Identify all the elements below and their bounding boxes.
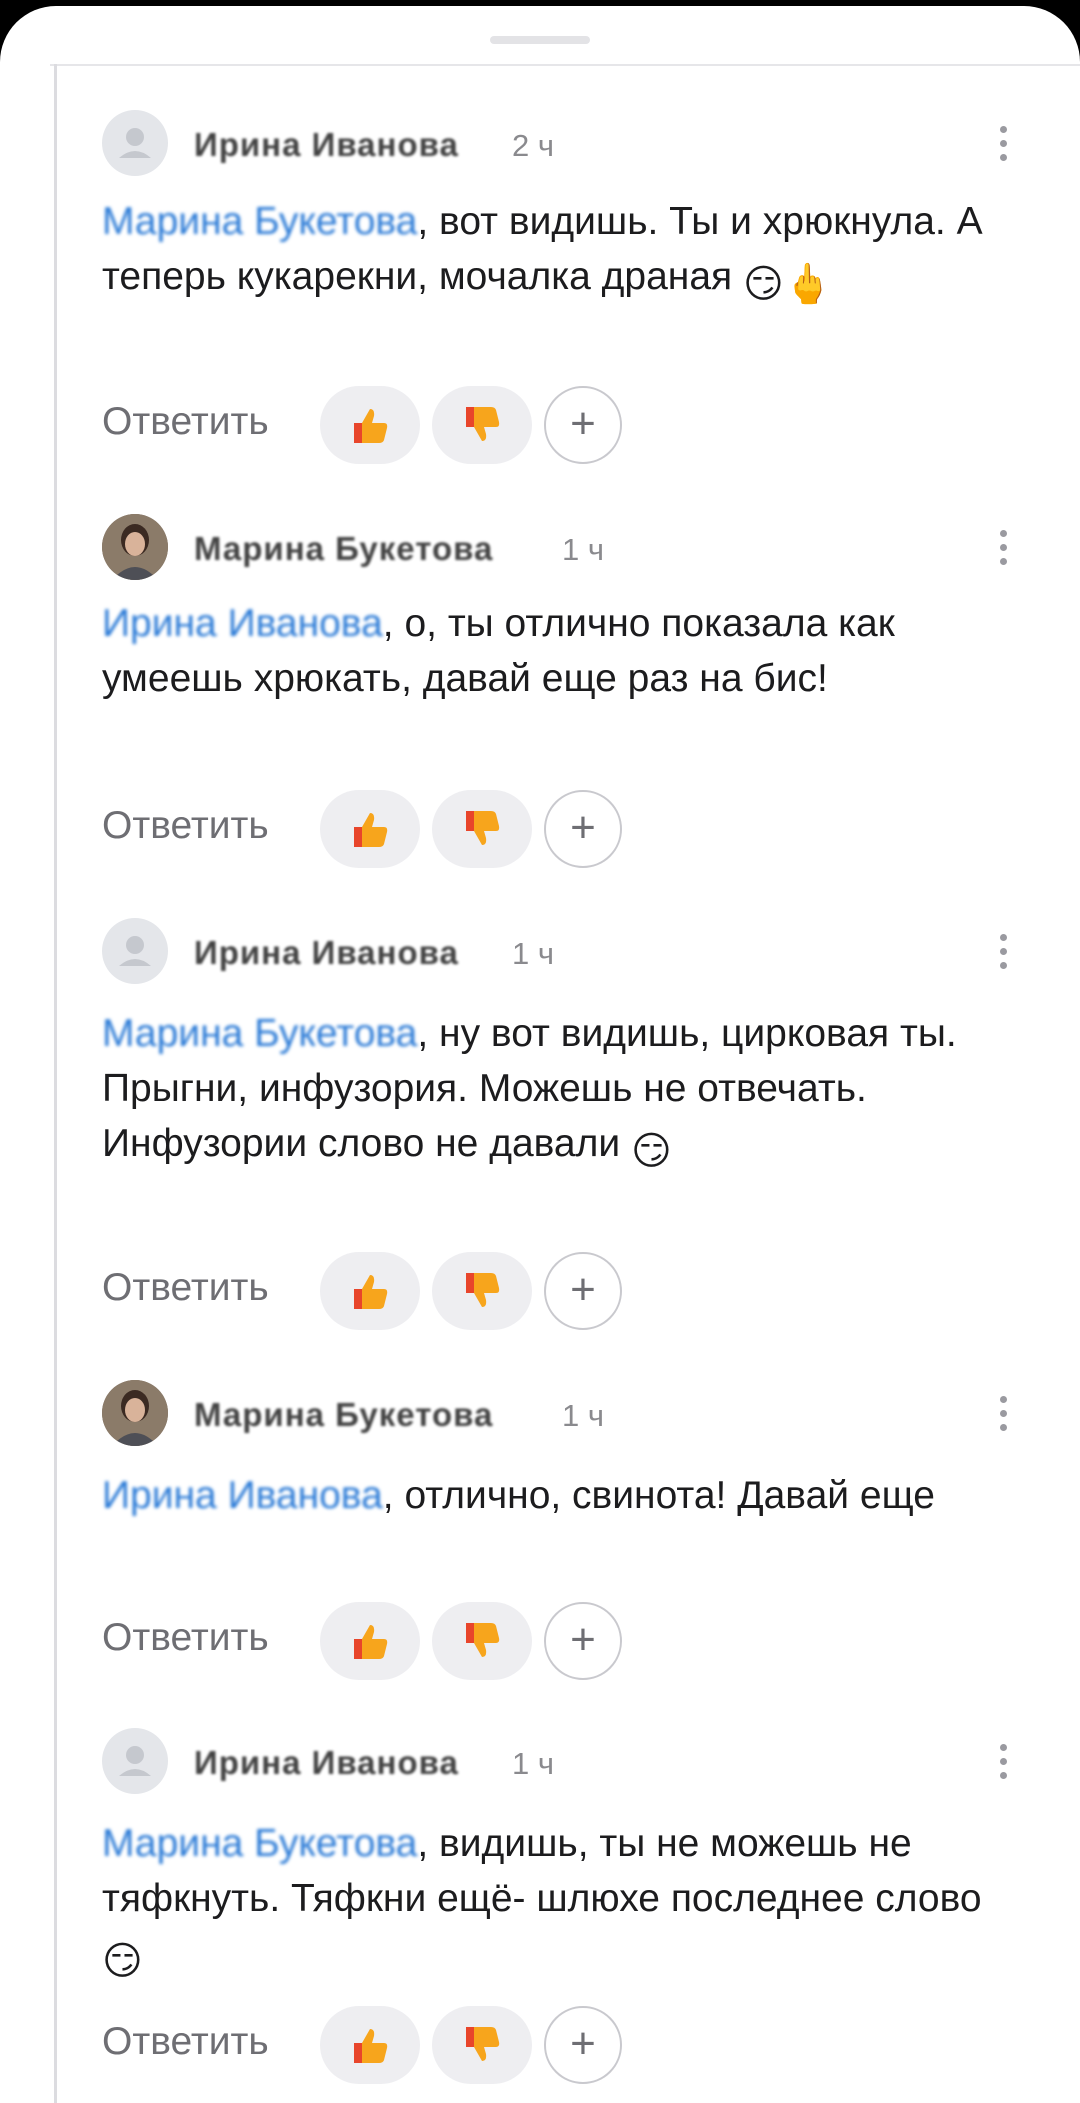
dislike-button[interactable] [432,790,532,868]
mention-link[interactable]: Марина Букетова [102,1822,417,1865]
avatar[interactable] [102,1380,168,1446]
more-options-icon[interactable] [988,118,1018,168]
comment-text: Ирина Иванова, о, ты отлично показала ка… [102,596,1022,706]
author-name[interactable]: Марина Букетова [194,530,493,568]
thumbs-up-icon [354,813,388,847]
author-name[interactable]: Марина Букетова [194,1396,493,1434]
thumbs-down-icon [466,407,500,441]
user-placeholder-icon [119,128,151,158]
user-photo-icon [102,1380,168,1446]
like-button[interactable] [320,386,420,464]
more-options-icon[interactable] [988,1736,1018,1786]
thumbs-up-icon [354,409,388,443]
reply-button[interactable]: Ответить [102,1616,269,1660]
divider [50,64,1080,66]
like-button[interactable] [320,1602,420,1680]
emoji-smirk: 😏 [631,1130,672,1173]
avatar[interactable] [102,1728,168,1794]
comment-header: Ирина Иванова 1 ч [102,1728,1062,1796]
like-button[interactable] [320,2006,420,2084]
comment-actions: Ответить + [102,386,802,466]
comment-time: 1 ч [562,1398,605,1433]
thumbs-down-icon [466,1623,500,1657]
add-reaction-button[interactable]: + [544,790,622,868]
author-name[interactable]: Ирина Иванова [194,1744,459,1782]
like-button[interactable] [320,1252,420,1330]
comments-sheet: Ирина Иванова 2 ч Марина Букетова, вот в… [0,6,1080,2103]
comment-body: , отлично, свинота! Давай еще [382,1474,935,1517]
add-reaction-button[interactable]: + [544,386,622,464]
emoji-smirk: 😏 [102,1940,143,1983]
comment-actions: Ответить + [102,1252,802,1332]
author-name[interactable]: Ирина Иванова [194,934,459,972]
comment-header: Ирина Иванова 1 ч [102,918,1062,986]
comment-time: 1 ч [512,936,555,971]
comment-header: Ирина Иванова 2 ч [102,110,1062,178]
comment-time: 2 ч [512,128,555,163]
reply-button[interactable]: Ответить [102,2020,269,2064]
comment-actions: Ответить + [102,790,802,870]
user-placeholder-icon [119,1746,151,1776]
add-reaction-button[interactable]: + [544,2006,622,2084]
add-reaction-button[interactable]: + [544,1602,622,1680]
comment-time: 1 ч [562,532,605,567]
comment-text: Марина Букетова, ну вот видишь, цирковая… [102,1006,1022,1179]
sheet-grabber-handle[interactable] [490,36,590,44]
mention-link[interactable]: Ирина Иванова [102,1474,383,1517]
more-options-icon[interactable] [988,1388,1018,1438]
mention-link[interactable]: Ирина Иванова [102,602,383,645]
avatar[interactable] [102,110,168,176]
thumbs-down-icon [466,811,500,845]
thumbs-up-icon [354,1275,388,1309]
comment-text: Марина Букетова, вот видишь. Ты и хрюкну… [102,194,1022,312]
reply-button[interactable]: Ответить [102,804,269,848]
reply-button[interactable]: Ответить [102,400,269,444]
comment-time: 1 ч [512,1746,555,1781]
mention-link[interactable]: Марина Букетова [102,1012,417,1055]
dislike-button[interactable] [432,386,532,464]
thumbs-down-icon [466,2027,500,2061]
avatar[interactable] [102,918,168,984]
avatar[interactable] [102,514,168,580]
thumbs-up-icon [354,2029,388,2063]
thumbs-down-icon [466,1273,500,1307]
add-reaction-button[interactable]: + [544,1252,622,1330]
reply-button[interactable]: Ответить [102,1266,269,1310]
comment-header: Марина Букетова 1 ч [102,1380,1062,1448]
comment-actions: Ответить + [102,1602,802,1682]
emoji-smirk-middle-finger: 😏🖕 [743,263,833,306]
more-options-icon[interactable] [988,522,1018,572]
comment-text: Ирина Иванова, отлично, свинота! Давай е… [102,1468,1022,1523]
dislike-button[interactable] [432,2006,532,2084]
thumbs-up-icon [354,1625,388,1659]
user-photo-icon [102,514,168,580]
user-placeholder-icon [119,936,151,966]
comment-header: Марина Букетова 1 ч [102,514,1062,582]
more-options-icon[interactable] [988,926,1018,976]
thread-line [54,64,57,2103]
mention-link[interactable]: Марина Букетова [102,200,417,243]
dislike-button[interactable] [432,1252,532,1330]
dislike-button[interactable] [432,1602,532,1680]
author-name[interactable]: Ирина Иванова [194,126,459,164]
comment-actions: Ответить + [102,2006,802,2086]
comment-text: Марина Букетова, видишь, ты не можешь не… [102,1816,1022,1989]
like-button[interactable] [320,790,420,868]
